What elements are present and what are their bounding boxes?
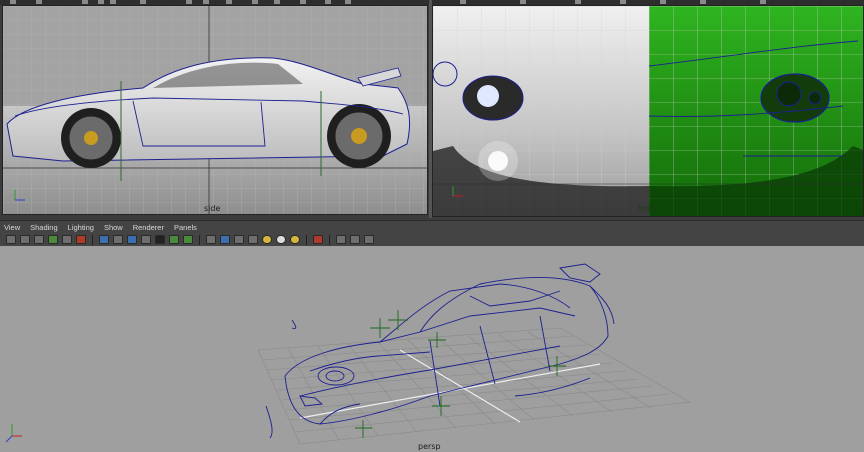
two-d-pan-zoom-icon[interactable] [76,235,86,244]
side-viewport[interactable]: side [2,5,428,215]
wireframe-icon[interactable] [206,235,216,244]
menu-show[interactable]: Show [104,223,123,232]
grid-icon[interactable] [99,235,109,244]
toolbar-separator [306,234,307,245]
smooth-shade-icon[interactable] [220,235,230,244]
textured-icon[interactable] [248,235,258,244]
grease-pencil-icon[interactable] [62,235,72,244]
gate-mask-icon[interactable] [141,235,151,244]
toolbar-separator [199,234,200,245]
image-plane-icon[interactable] [48,235,58,244]
camera-attributes-icon[interactable] [20,235,30,244]
viewport-label-persp: persp [418,442,441,451]
bookmark-icon[interactable] [34,235,44,244]
panel-toolbar [0,233,864,246]
select-camera-icon[interactable] [6,235,16,244]
menu-renderer[interactable]: Renderer [133,223,164,232]
persp-viewport-canvas[interactable] [0,246,864,452]
use-all-lights-icon[interactable] [262,235,272,244]
wireframe-on-shaded-icon[interactable] [234,235,244,244]
viewport-label-front: front [637,204,657,213]
menu-view[interactable]: View [4,223,20,232]
default-light-icon[interactable] [290,235,300,244]
shadows-icon[interactable] [276,235,286,244]
toolbar-separator [329,234,330,245]
resolution-gate-icon[interactable] [127,235,137,244]
film-gate-icon[interactable] [113,235,123,244]
safe-action-icon[interactable] [169,235,179,244]
toolbar-separator [92,234,93,245]
panel-menu-bar: View Shading Lighting Show Renderer Pane… [0,221,864,233]
isolate-select-icon[interactable] [313,235,323,244]
persp-panel-bar: View Shading Lighting Show Renderer Pane… [0,220,864,246]
xray-icon[interactable] [336,235,346,244]
safe-title-icon[interactable] [183,235,193,244]
field-chart-icon[interactable] [155,235,165,244]
menu-shading[interactable]: Shading [30,223,58,232]
xray-components-icon[interactable] [364,235,374,244]
viewport-label-side: side [204,204,221,213]
persp-viewport[interactable]: persp [0,246,864,452]
xray-joints-icon[interactable] [350,235,360,244]
front-viewport[interactable]: front [432,5,864,217]
front-viewport-canvas[interactable] [433,6,864,217]
side-viewport-canvas[interactable] [3,6,428,215]
menu-lighting[interactable]: Lighting [68,223,94,232]
maya-workspace: side front View Shading Lighting Show Re… [0,0,864,452]
menu-panels[interactable]: Panels [174,223,197,232]
